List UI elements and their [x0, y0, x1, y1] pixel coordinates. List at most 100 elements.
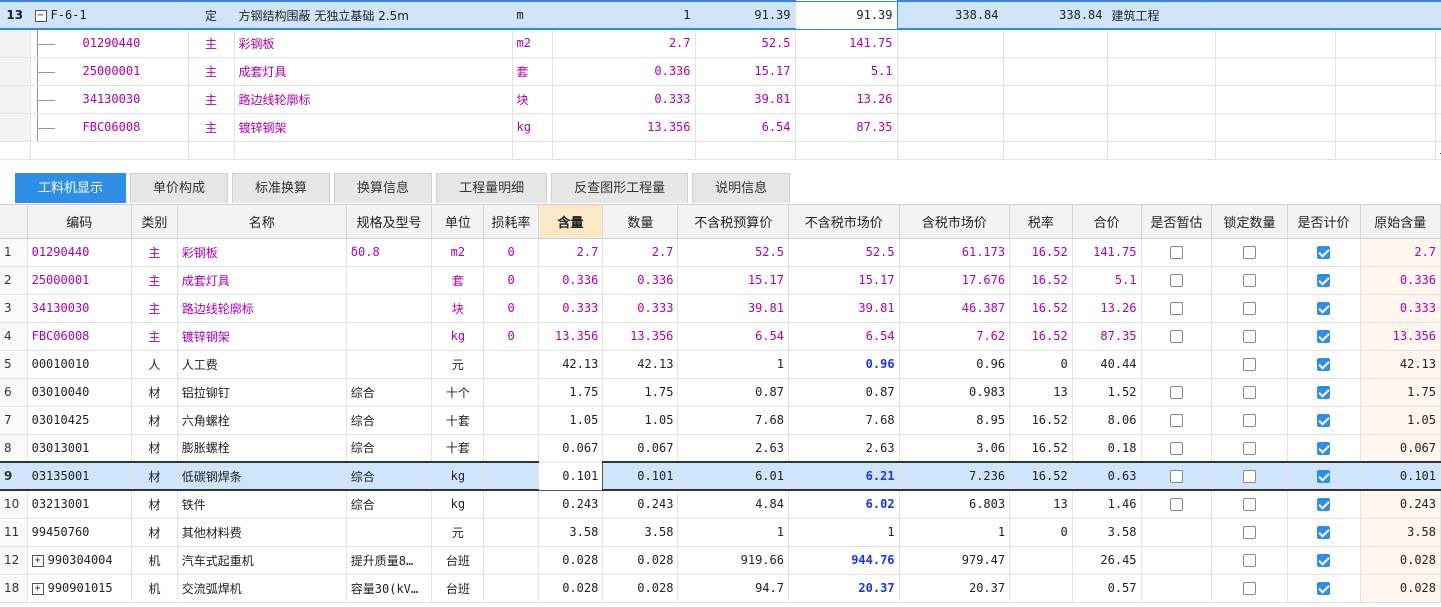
resource-content[interactable]: 0.336 [538, 266, 604, 295]
lock-qty-checkbox[interactable] [1242, 246, 1256, 259]
lock-qty-checkbox[interactable] [1242, 582, 1256, 595]
resource-code[interactable]: FBC06008 [27, 322, 132, 351]
quota-name[interactable]: 镀锌钢架 [234, 113, 513, 142]
resource-row[interactable]: 8 03013001 材膨胀螺栓 综合 十套 0.067 0.067 2.63 2.63 3.06… [0, 434, 1441, 463]
resource-qty[interactable]: 0.028 [602, 574, 679, 603]
resource-row[interactable]: 11 99450760 材其他材料费元 3.58 3.58 1 1 1 0 3.58 3.58 [0, 518, 1441, 547]
resource-name[interactable]: 低碳钢焊条 [177, 461, 347, 491]
resource-market-price[interactable]: 0.87 [788, 378, 900, 407]
quota-code[interactable]: − F-6-1 [30, 0, 189, 30]
resource-spec[interactable] [346, 322, 433, 351]
resource-row[interactable]: 1 01290440 主彩钢板 δ0.8 m2 0 2.7 2.7 52.5 52.5 61.173… [0, 238, 1441, 267]
resource-name[interactable]: 膨胀螺栓 [177, 434, 347, 463]
resource-content[interactable]: 0.028 [538, 546, 604, 575]
collapse-icon[interactable]: − [34, 9, 47, 22]
resource-loss[interactable] [483, 490, 539, 519]
resource-content[interactable]: 0.333 [538, 294, 604, 323]
resource-row[interactable]: 2 25000001 主成套灯具套 0 0.336 0.336 15.17 15.17 17.6… [0, 266, 1441, 295]
tab-2[interactable]: 单价构成 [130, 173, 229, 203]
resource-name[interactable]: 镀锌钢架 [177, 322, 347, 351]
resource-row[interactable]: 6 03010040 材铝拉铆钉 综合 十个 1.75 1.75 0.87 0.87 0.983 1… [0, 378, 1441, 407]
resource-market-price[interactable]: 52.5 [788, 238, 900, 267]
resource-market-price[interactable]: 20.37 [788, 574, 900, 603]
resource-qty[interactable]: 1.05 [602, 406, 679, 435]
quota-name[interactable]: 路边线轮廓标 [234, 85, 513, 114]
resource-loss[interactable]: 0 [483, 294, 539, 323]
column-header[interactable]: 锁定数量 [1211, 205, 1288, 239]
resource-qty[interactable]: 2.7 [602, 238, 679, 267]
resource-spec[interactable]: δ0.8 [346, 238, 433, 267]
quota-row[interactable]: 34130030 主路边线轮廓标块 0.333 39.81 13.26 [0, 85, 1441, 114]
resource-row[interactable]: 3 34130030 主路边线轮廓标块 0 0.333 0.333 39.81 39.81 46… [0, 294, 1441, 323]
quota-qty[interactable]: 13.356 [552, 113, 696, 142]
tab-6[interactable]: 反查图形工程量 [551, 173, 689, 203]
column-header[interactable]: 原始含量 [1360, 205, 1441, 239]
resource-name[interactable]: 人工费 [177, 350, 347, 379]
resource-code[interactable]: 01290440 [27, 238, 132, 267]
resource-loss[interactable] [483, 434, 539, 463]
priced-checkbox[interactable] [1317, 582, 1331, 595]
quota-qty[interactable]: 0.333 [552, 85, 696, 114]
resource-row[interactable]: 18 +990901015 机交流弧焊机 容量30(kV… 台班 0.028 0.028 94… [0, 574, 1441, 603]
lock-qty-checkbox[interactable] [1242, 498, 1256, 512]
resource-qty[interactable]: 0.101 [602, 461, 679, 491]
resource-market-price[interactable]: 0.96 [788, 350, 900, 379]
resource-code[interactable]: 03013001 [27, 434, 132, 463]
resource-spec[interactable] [346, 294, 433, 323]
provisional-checkbox[interactable] [1169, 386, 1183, 399]
resource-qty[interactable]: 0.028 [602, 546, 679, 575]
resource-market-price[interactable]: 1 [788, 518, 900, 547]
quota-name[interactable]: 方钢结构围蔽 无独立基础 2.5m [234, 0, 513, 30]
priced-checkbox[interactable] [1317, 330, 1331, 343]
resource-qty[interactable]: 13.356 [602, 322, 679, 351]
resource-spec[interactable]: 容量30(kV… [346, 574, 433, 603]
resource-code[interactable]: 25000001 [27, 266, 132, 295]
resource-spec[interactable]: 提升质量8… [346, 546, 433, 575]
tab-1[interactable]: 工料机显示 [15, 173, 127, 203]
resource-spec[interactable]: 综合 [346, 461, 433, 491]
column-header[interactable]: 是否计价 [1287, 205, 1361, 239]
lock-qty-checkbox[interactable] [1242, 441, 1256, 455]
lock-qty-checkbox[interactable] [1242, 330, 1256, 343]
priced-checkbox[interactable] [1317, 246, 1331, 259]
expand-icon[interactable]: + [31, 582, 44, 595]
column-header[interactable]: 规格及型号 [346, 205, 433, 239]
lock-qty-checkbox[interactable] [1242, 526, 1256, 539]
quota-row[interactable]: 25000001 主成套灯具套 0.336 15.17 5.1 [0, 57, 1441, 86]
resource-loss[interactable] [483, 350, 539, 379]
lock-qty-checkbox[interactable] [1242, 414, 1256, 427]
resource-content[interactable]: 1.05 [538, 406, 604, 435]
resource-qty[interactable]: 0.333 [602, 294, 679, 323]
resource-code[interactable]: +990901015 [27, 574, 132, 603]
quota-price2[interactable]: 13.26 [795, 85, 898, 114]
lock-qty-checkbox[interactable] [1242, 554, 1256, 567]
tab-4[interactable]: 换算信息 [334, 173, 433, 203]
resource-content[interactable]: 42.13 [538, 350, 604, 379]
quota-price2[interactable]: 91.39 [794, 0, 898, 30]
priced-checkbox[interactable] [1317, 470, 1331, 483]
resource-row[interactable]: 10 03213001 材铁件 综合 kg 0.243 0.243 4.84 6.02 6.803… [0, 490, 1441, 519]
resource-code[interactable]: 34130030 [27, 294, 132, 323]
column-header[interactable]: 类别 [131, 205, 178, 239]
quota-qty[interactable]: 2.7 [552, 29, 696, 58]
quota-row[interactable]: FBC06008 主镀锌钢架 kg 13.356 6.54 87.35 [0, 113, 1441, 142]
resource-loss[interactable] [483, 518, 539, 547]
resource-qty[interactable]: 0.243 [602, 490, 679, 519]
resource-row[interactable]: 5 00010010 人人工费元 42.13 42.13 1 0.96 0.96 0 40.44 4… [0, 350, 1441, 379]
resource-content[interactable]: 1.75 [538, 378, 604, 407]
resource-market-price[interactable]: 2.63 [788, 434, 900, 463]
resource-name[interactable]: 汽车式起重机 [177, 546, 347, 575]
lock-qty-checkbox[interactable] [1242, 274, 1256, 287]
resource-market-price[interactable]: 39.81 [788, 294, 900, 323]
resource-market-price[interactable]: 7.68 [788, 406, 900, 435]
resource-spec[interactable]: 综合 [346, 378, 433, 407]
quota-name[interactable]: 彩钢板 [234, 29, 513, 58]
resource-qty[interactable]: 1.75 [602, 378, 679, 407]
resource-name[interactable]: 六角螺栓 [177, 406, 347, 435]
resource-code[interactable]: 03010040 [27, 378, 132, 407]
resource-code[interactable]: 00010010 [27, 350, 132, 379]
priced-checkbox[interactable] [1317, 526, 1331, 539]
resource-loss[interactable] [483, 406, 539, 435]
resource-market-price[interactable]: 6.02 [788, 490, 900, 519]
quota-price2[interactable]: 141.75 [795, 29, 898, 58]
